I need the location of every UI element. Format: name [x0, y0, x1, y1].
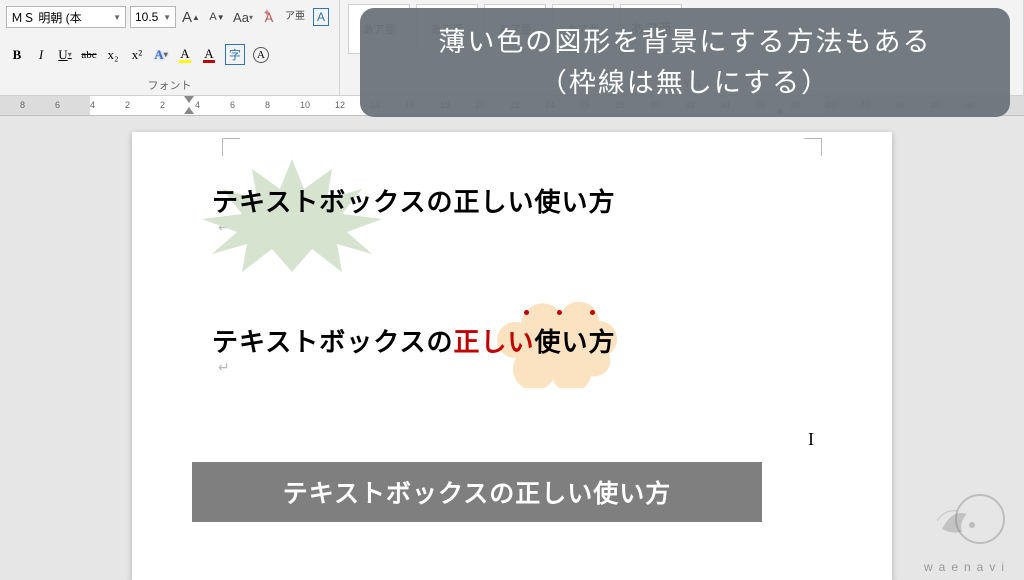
example-3-text: テキストボックスの正しい使い方: [283, 474, 672, 510]
example-3-box: テキストボックスの正しい使い方: [192, 462, 762, 522]
chevron-down-icon: ▼: [163, 13, 171, 22]
char-border-button[interactable]: 字: [222, 44, 248, 66]
ruler-tick-label: 6: [230, 100, 235, 110]
example-2: テキストボックスの正しい使い方 ↵: [212, 322, 852, 402]
font-color-button[interactable]: A: [198, 44, 220, 66]
strike-button[interactable]: abc: [78, 44, 100, 66]
ruler-tick-label: 8: [20, 100, 25, 110]
emphasis-dots-icon: [524, 310, 595, 315]
font-group-label: フォント: [6, 75, 333, 93]
ruler-tick-label: 10: [300, 100, 310, 110]
bold-button[interactable]: B: [6, 44, 28, 66]
clear-format-button[interactable]: A✦: [258, 6, 280, 28]
watermark-logo-icon: [922, 489, 1012, 560]
ruby-button[interactable]: ア亜: [284, 6, 306, 28]
font-name-value: ＭＳ 明朝 (本: [11, 9, 82, 26]
highlight-button[interactable]: A: [174, 44, 196, 66]
superscript-button[interactable]: x²: [126, 44, 148, 66]
paragraph-mark-icon: ↵: [218, 359, 230, 375]
grow-font-button[interactable]: A▲: [180, 6, 202, 28]
subscript-button[interactable]: x₂: [102, 44, 124, 66]
font-size-combo[interactable]: 10.5 ▼: [130, 6, 176, 28]
enclose-char-button[interactable]: A: [310, 6, 332, 28]
page[interactable]: テキストボックスの正しい使い方 ↵ テキストボックスの正しい使い方 ↵ テキスト…: [132, 132, 892, 580]
ruler-tick-label: 8: [265, 100, 270, 110]
shrink-font-button[interactable]: A▼: [206, 6, 228, 28]
document-area: テキストボックスの正しい使い方 ↵ テキストボックスの正しい使い方 ↵ テキスト…: [0, 116, 1024, 580]
ruler-margin-left: [0, 96, 90, 115]
ruler-tick-label: 2: [125, 100, 130, 110]
underline-button[interactable]: U▾: [54, 44, 76, 66]
example-1-text: テキストボックスの正しい使い方: [212, 182, 852, 219]
indent-marker-icon[interactable]: [184, 96, 194, 114]
font-size-value: 10.5: [135, 10, 158, 24]
italic-button[interactable]: I: [30, 44, 52, 66]
watermark-text: waenavi: [922, 560, 1012, 574]
font-row-2: B I U▾ abc x₂ x² A▾ A A 字 A: [6, 42, 333, 68]
example-2-text: テキストボックスの正しい使い方: [212, 322, 852, 359]
text-effect-button[interactable]: A▾: [150, 44, 172, 66]
chevron-down-icon: ▼: [113, 13, 121, 22]
change-case-button[interactable]: Aa▾: [232, 6, 254, 28]
ruler-tick-label: 12: [335, 100, 345, 110]
font-row-1: ＭＳ 明朝 (本 ▼ 10.5 ▼ A▲ A▼ Aa▾ A✦ ア亜 A: [6, 4, 333, 30]
watermark: waenavi: [922, 489, 1012, 574]
example-1: テキストボックスの正しい使い方 ↵: [212, 182, 852, 262]
instruction-overlay: 薄い色の図形を背景にする方法もある （枠線は無しにする）: [360, 8, 1010, 117]
ruler-tick-label: 4: [195, 100, 200, 110]
crop-mark-top-right-icon: [804, 138, 822, 156]
ruler-tick-label: 4: [90, 100, 95, 110]
overlay-line-2: （枠線は無しにする）: [382, 63, 988, 104]
circled-char-button[interactable]: A: [250, 44, 272, 66]
ruler-tick-label: 6: [55, 100, 60, 110]
overlay-line-1: 薄い色の図形を背景にする方法もある: [382, 22, 988, 63]
font-group: ＭＳ 明朝 (本 ▼ 10.5 ▼ A▲ A▼ Aa▾ A✦ ア亜 A B I …: [0, 0, 340, 95]
text-cursor-icon: I: [808, 429, 814, 450]
example-2-emphasis: 正しい: [453, 327, 534, 357]
font-name-combo[interactable]: ＭＳ 明朝 (本 ▼: [6, 6, 126, 28]
ruler-tick-label: 2: [160, 100, 165, 110]
